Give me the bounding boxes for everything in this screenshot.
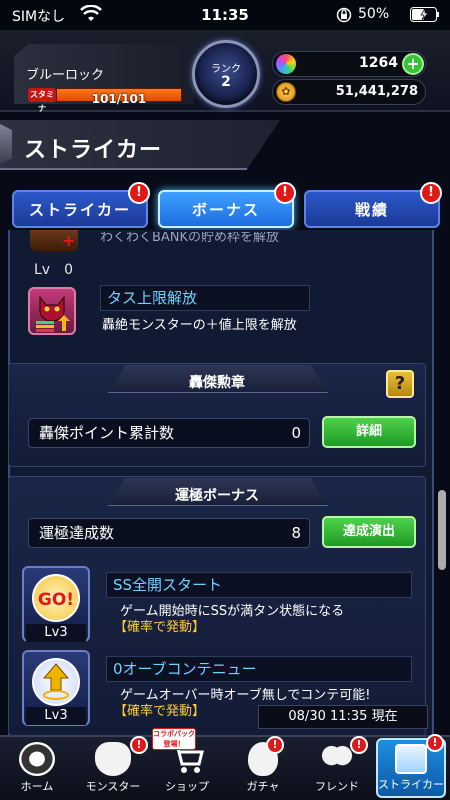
monster-icon	[95, 742, 131, 776]
rank-label: ランク	[211, 64, 241, 75]
tab-record-badge: !	[420, 182, 442, 204]
nav-striker-label: ストライカー	[378, 778, 444, 791]
battery-icon	[410, 7, 439, 22]
timestamp: 08/30 11:35 現在	[258, 705, 428, 729]
nav-home[interactable]: ホーム	[2, 738, 72, 798]
monster-badge: !	[130, 736, 148, 754]
page-title: ストライカー	[24, 138, 163, 163]
coin-count: 51,441,278	[335, 84, 418, 99]
scrollbar[interactable]	[438, 490, 446, 570]
bank-bonus-desc: わくわくBANKの貯め枠を解放	[100, 230, 280, 245]
collab-tag-line2: 登場！	[163, 740, 185, 748]
unkyoku-header: 運極ボーナス	[175, 488, 259, 504]
unkyoku-count-label: 運極達成数	[39, 524, 115, 542]
battery-percent: 50%	[358, 6, 390, 22]
unkyoku-count-box: 運極達成数 8	[28, 518, 310, 548]
orb-continue-note: 【確率で発動】	[114, 704, 206, 719]
tab-striker-badge: !	[128, 182, 150, 204]
nav-gacha[interactable]: ガチャ	[228, 738, 298, 798]
tas-name: タス上限解放	[100, 285, 310, 311]
striker-card-icon	[395, 744, 427, 774]
nav-monster-label: モンスター	[85, 780, 141, 793]
buy-orbs-button[interactable]: +	[402, 53, 424, 75]
ss-start-note: 【確率で発動】	[114, 620, 206, 635]
nav-gacha-label: ガチャ	[246, 780, 280, 793]
orb-gem-icon	[276, 54, 296, 74]
detail-button[interactable]: 詳細	[322, 416, 416, 448]
go-icon-text: GO!	[37, 590, 75, 610]
help-button[interactable]: ?	[386, 370, 414, 398]
home-icon	[19, 742, 55, 776]
player-name: ブルーロック	[26, 68, 105, 83]
gouketsu-points-label: 轟傑ポイント累計数	[39, 424, 175, 442]
nav-home-label: ホーム	[20, 780, 54, 793]
collab-tag-line1: コラボパック	[153, 730, 195, 738]
bank-bonus-icon: +	[30, 230, 78, 252]
friend-badge: !	[350, 736, 368, 754]
gem-count: 1264	[359, 55, 398, 71]
achievement-effect-button[interactable]: 達成演出	[322, 516, 416, 548]
title-accent	[0, 124, 12, 164]
coin-icon: ✿	[276, 82, 296, 102]
rotation-lock-icon	[336, 7, 352, 23]
stamina-value: 101/101	[91, 92, 147, 106]
orb-continue-level: Lv3	[26, 707, 86, 725]
gouketsu-points-box: 轟傑ポイント累計数 0	[28, 418, 310, 448]
ss-start-name: SS全開スタート	[106, 572, 412, 598]
unkyoku-count-value: 8	[291, 524, 301, 542]
nav-friend-label: フレンド	[315, 780, 359, 793]
gouketsu-points-value: 0	[291, 424, 301, 442]
orb-continue-name: 0オーブコンテニュー	[106, 656, 412, 682]
rank-value: 2	[221, 74, 231, 90]
ss-start-level: Lv3	[26, 624, 86, 642]
bank-bonus-level: Lv 0	[34, 262, 73, 278]
tas-icon	[28, 287, 76, 335]
gacha-badge: !	[266, 736, 284, 754]
stamina-label: スタミナ	[28, 88, 56, 113]
nav-shop-label: ショップ	[165, 780, 209, 793]
tas-desc: 轟絶モンスターの＋値上限を解放	[102, 318, 297, 333]
gouketsu-header: 轟傑勲章	[189, 375, 245, 391]
striker-badge: !	[426, 734, 444, 752]
tab-bonus-badge: !	[274, 182, 296, 204]
collab-pack-tag: コラボパック 登場！	[152, 728, 196, 750]
